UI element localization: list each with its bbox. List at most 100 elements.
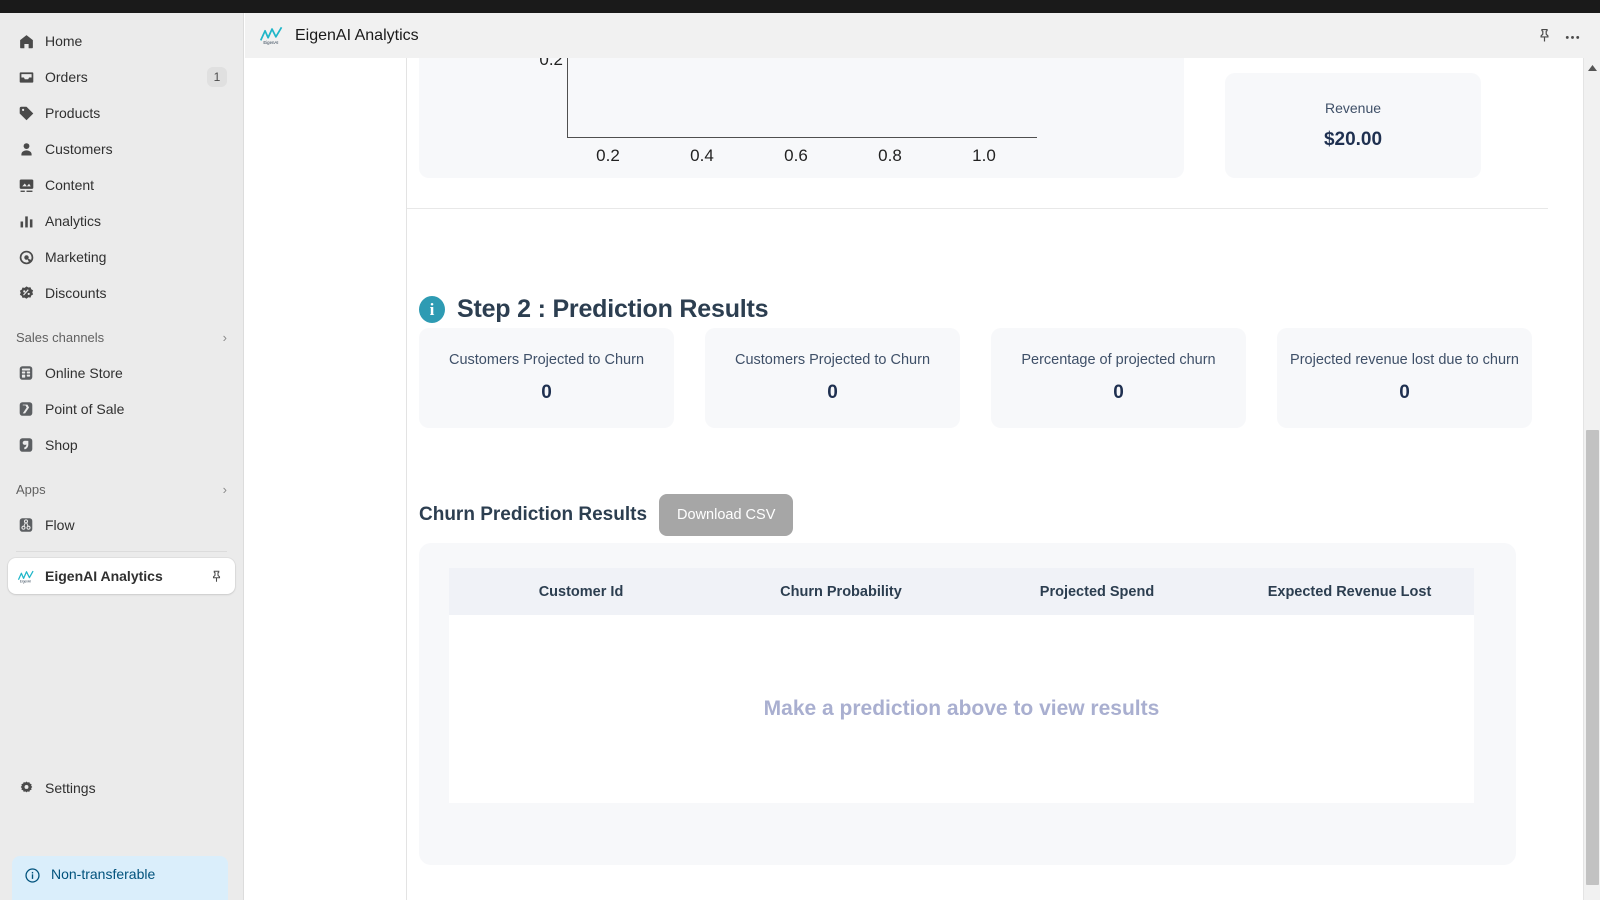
ellipsis-icon[interactable] bbox=[1558, 22, 1586, 50]
scrollbar-thumb[interactable] bbox=[1586, 430, 1599, 885]
sidebar-item-label: Shop bbox=[45, 437, 78, 453]
section-label: Apps bbox=[16, 481, 46, 497]
column-header-projected-spend: Projected Spend bbox=[1039, 583, 1155, 600]
flow-nodes-icon bbox=[16, 515, 36, 535]
sidebar-item-shop[interactable]: Shop bbox=[8, 427, 235, 463]
sidebar-item-label: Products bbox=[45, 105, 101, 121]
metric-card: Projected revenue lost due to churn 0 bbox=[1277, 328, 1532, 428]
column-header-expected-revenue-lost: Expected Revenue Lost bbox=[1267, 583, 1432, 600]
settings-row: Settings bbox=[0, 770, 243, 806]
results-table: Customer Id Churn Probability Projected … bbox=[449, 568, 1474, 803]
column-header-churn-probability: Churn Probability bbox=[780, 583, 902, 600]
pin-icon[interactable] bbox=[1530, 22, 1558, 50]
sidebar-item-label: Content bbox=[45, 177, 95, 193]
metric-card: Customers Projected to Churn 0 bbox=[419, 328, 674, 428]
chart-x-tick: 0.2 bbox=[596, 146, 620, 165]
svg-text:EigenAI: EigenAI bbox=[263, 40, 278, 45]
target-marketing-icon bbox=[16, 247, 36, 267]
chart-plot-area: 0.2 0.2 0.4 0.6 0.8 1.0 bbox=[539, 58, 1037, 165]
content-frame: 0.2 0.2 0.4 0.6 0.8 1.0 Revenue $20.00 i bbox=[245, 58, 1600, 900]
chart-x-tick: 0.8 bbox=[878, 146, 902, 165]
sidebar-item-label: Online Store bbox=[45, 365, 123, 381]
table-header-row: Customer Id Churn Probability Projected … bbox=[449, 568, 1474, 615]
metric-value: 0 bbox=[541, 382, 552, 403]
vertical-scrollbar[interactable] bbox=[1583, 58, 1600, 900]
revenue-caption: Revenue bbox=[1324, 100, 1382, 116]
sidebar-item-analytics[interactable]: Analytics bbox=[8, 203, 235, 239]
content-inner: 0.2 0.2 0.4 0.6 0.8 1.0 Revenue $20.00 i bbox=[407, 58, 1593, 900]
sidebar-item-label: Marketing bbox=[45, 249, 107, 265]
table-body: Make a prediction above to view results bbox=[449, 615, 1474, 803]
section-label: Sales channels bbox=[16, 329, 105, 345]
eigenai-logo-icon: EigenAI bbox=[259, 25, 285, 47]
churn-distribution-chart-card: 0.2 0.2 0.4 0.6 0.8 1.0 bbox=[419, 58, 1184, 178]
eigenai-logo-icon: EigenAI bbox=[16, 566, 36, 586]
info-circle-icon: i bbox=[419, 296, 445, 323]
metric-card: Percentage of projected churn 0 bbox=[991, 328, 1246, 428]
bar-chart-icon bbox=[16, 211, 36, 231]
storefront-icon bbox=[16, 363, 36, 383]
sidebar-section-sales-channels[interactable]: Sales channels › bbox=[8, 321, 235, 353]
orders-count-badge: 1 bbox=[207, 67, 227, 87]
sidebar-item-eigenai-analytics[interactable]: EigenAI EigenAI Analytics bbox=[8, 558, 235, 594]
revenue-stat-card: Revenue $20.00 bbox=[1225, 73, 1481, 178]
step2-heading: Step 2 : Prediction Results bbox=[457, 295, 769, 323]
triangle-up-icon[interactable] bbox=[1584, 60, 1600, 76]
download-csv-button[interactable]: Download CSV bbox=[659, 494, 794, 536]
chart-x-axis bbox=[567, 137, 1037, 138]
metric-caption: Customers Projected to Churn bbox=[448, 352, 645, 368]
sidebar-item-marketing[interactable]: Marketing bbox=[8, 239, 235, 275]
metric-caption: Customers Projected to Churn bbox=[734, 352, 931, 368]
gear-icon bbox=[16, 778, 36, 798]
results-heading: Churn Prediction Results bbox=[419, 504, 648, 525]
chart-y-tick-label: 0.2 bbox=[539, 58, 563, 69]
prediction-metrics-row: Customers Projected to Churn 0 Customers… bbox=[419, 328, 1532, 428]
section-divider bbox=[407, 208, 1548, 209]
chart-x-tick: 1.0 bbox=[972, 146, 996, 165]
metric-caption: Projected revenue lost due to churn bbox=[1290, 352, 1519, 368]
step2-heading-row: i Step 2 : Prediction Results bbox=[419, 295, 769, 324]
sidebar-item-label: Settings bbox=[45, 780, 96, 796]
person-icon bbox=[16, 139, 36, 159]
orders-inbox-icon bbox=[16, 67, 36, 87]
chart-x-tick-labels: 0.2 0.4 0.6 0.8 1.0 bbox=[561, 146, 1041, 166]
sidebar-item-label: Discounts bbox=[45, 285, 107, 301]
sidebar-item-label: Customers bbox=[45, 141, 113, 157]
sidebar-item-online-store[interactable]: Online Store bbox=[8, 355, 235, 391]
sidebar-item-settings[interactable]: Settings bbox=[8, 770, 236, 806]
shop-bag-icon bbox=[16, 435, 36, 455]
sidebar-item-orders[interactable]: Orders 1 bbox=[8, 59, 235, 95]
window-top-band bbox=[0, 0, 1600, 13]
home-icon bbox=[16, 31, 36, 51]
chart-x-tick: 0.4 bbox=[690, 146, 714, 165]
sidebar-section-apps[interactable]: Apps › bbox=[8, 473, 235, 505]
metric-value: 0 bbox=[1113, 382, 1124, 403]
pin-icon[interactable] bbox=[205, 565, 227, 587]
sidebar-item-label: Orders bbox=[45, 69, 88, 85]
info-circle-icon bbox=[24, 866, 42, 885]
sidebar-item-point-of-sale[interactable]: Point of Sale bbox=[8, 391, 235, 427]
sidebar-item-home[interactable]: Home bbox=[8, 23, 235, 59]
chart-y-axis bbox=[567, 58, 568, 138]
pos-receipt-icon bbox=[16, 399, 36, 419]
sidebar-item-customers[interactable]: Customers bbox=[8, 131, 235, 167]
non-transferable-banner: Non-transferable bbox=[12, 856, 228, 900]
sidebar-item-content[interactable]: Content bbox=[8, 167, 235, 203]
sidebar-item-products[interactable]: Products bbox=[8, 95, 235, 131]
product-tag-icon bbox=[16, 103, 36, 123]
sidebar-item-label: Flow bbox=[45, 517, 75, 533]
metric-card: Customers Projected to Churn 0 bbox=[705, 328, 960, 428]
revenue-value: $20.00 bbox=[1323, 129, 1383, 150]
metric-value: 0 bbox=[1399, 382, 1410, 403]
chevron-right-icon: › bbox=[222, 481, 227, 497]
svg-text:EigenAI: EigenAI bbox=[19, 579, 30, 583]
sidebar-item-discounts[interactable]: Discounts bbox=[8, 275, 235, 311]
sidebar: Home Orders 1 Products Customers Content… bbox=[0, 13, 244, 900]
sidebar-item-flow[interactable]: Flow bbox=[8, 507, 235, 543]
sidebar-divider bbox=[16, 551, 227, 552]
sidebar-item-label: Point of Sale bbox=[45, 401, 125, 417]
results-heading-row: Churn Prediction Results Download CSV bbox=[419, 494, 794, 536]
sidebar-item-label: EigenAI Analytics bbox=[45, 568, 163, 584]
app-root: Home Orders 1 Products Customers Content… bbox=[0, 0, 1600, 900]
discount-tag-icon bbox=[16, 283, 36, 303]
